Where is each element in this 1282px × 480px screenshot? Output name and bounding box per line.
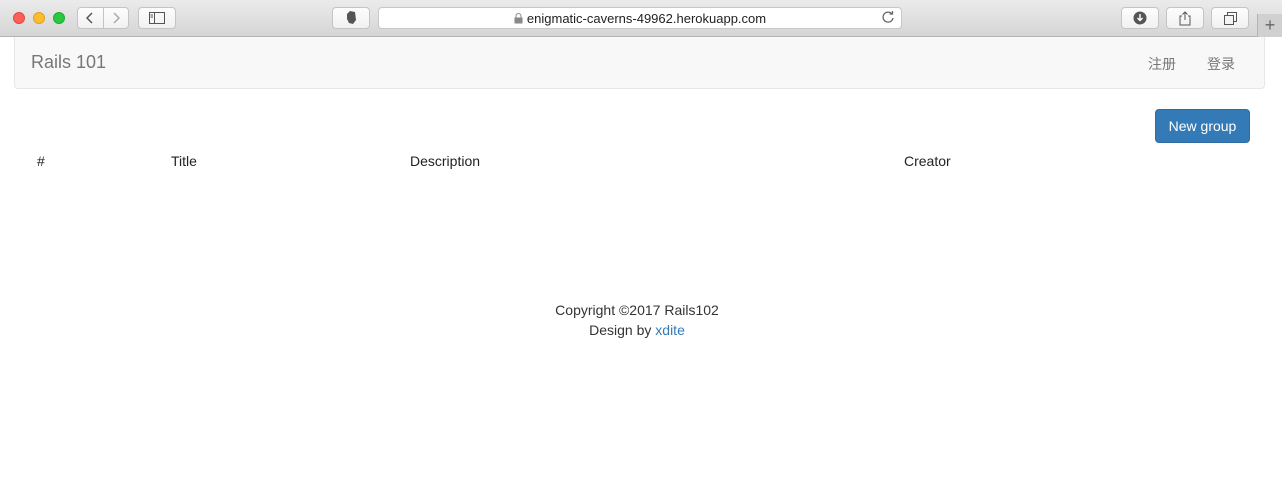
- address-bar[interactable]: enigmatic-caverns-49962.herokuapp.com: [378, 7, 902, 29]
- browser-toolbar: enigmatic-caverns-49962.herokuapp.com +: [0, 0, 1282, 37]
- back-button[interactable]: [78, 8, 103, 28]
- design-by-label: Design by: [589, 322, 652, 338]
- show-tabs-button[interactable]: [1211, 7, 1249, 29]
- chevron-left-icon: [86, 12, 94, 24]
- author-link[interactable]: xdite: [655, 322, 685, 338]
- tabs-icon: [1223, 11, 1237, 25]
- reload-button[interactable]: [881, 10, 895, 29]
- new-group-button[interactable]: New group: [1155, 109, 1250, 143]
- sidebar-icon: [149, 12, 165, 24]
- copyright-text: Copyright ©2017 Rails102: [555, 302, 719, 318]
- maximize-window-button[interactable]: [53, 12, 65, 24]
- column-header-description: Description: [410, 153, 481, 169]
- evernote-icon: [347, 11, 356, 24]
- history-nav: [77, 7, 129, 29]
- chevron-right-icon: [113, 12, 120, 24]
- reload-icon: [882, 11, 894, 23]
- new-tab-button[interactable]: +: [1257, 14, 1282, 37]
- design-credit: Design by xdite: [0, 320, 1274, 340]
- url-text: enigmatic-caverns-49962.herokuapp.com: [526, 10, 767, 26]
- brand-link[interactable]: Rails 101: [31, 52, 106, 73]
- column-header-number: #: [37, 153, 45, 169]
- lock-icon: [514, 12, 523, 23]
- column-header-title: Title: [171, 153, 197, 169]
- sidebar-toggle-button[interactable]: [138, 7, 176, 29]
- column-header-creator: Creator: [904, 153, 951, 169]
- share-button[interactable]: [1166, 7, 1204, 29]
- top-navbar: Rails 101 注册 登录: [14, 37, 1265, 89]
- register-link[interactable]: 注册: [1148, 54, 1176, 74]
- login-link[interactable]: 登录: [1207, 54, 1235, 74]
- minimize-window-button[interactable]: [33, 12, 45, 24]
- downloads-button[interactable]: [1121, 7, 1159, 29]
- download-icon: [1133, 11, 1147, 25]
- share-icon: [1179, 10, 1191, 25]
- page-footer: Copyright ©2017 Rails102 Design by xdite: [0, 300, 1274, 340]
- close-window-button[interactable]: [13, 12, 25, 24]
- evernote-extension-button[interactable]: [332, 7, 370, 29]
- forward-button[interactable]: [102, 8, 128, 28]
